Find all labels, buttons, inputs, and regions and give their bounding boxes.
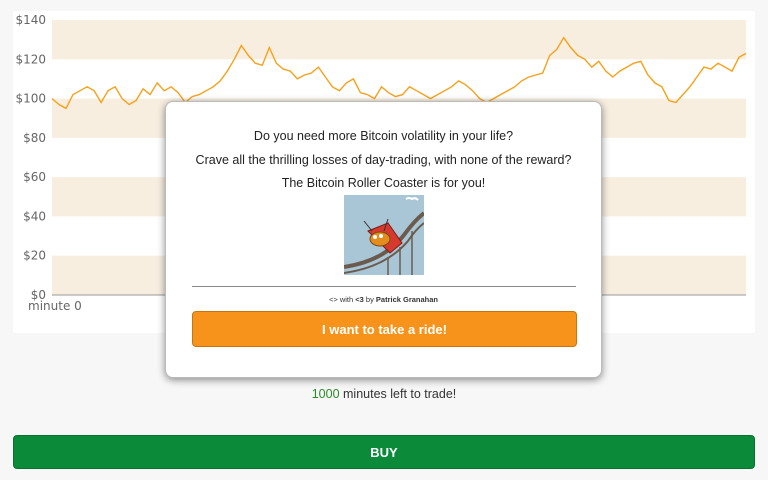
y-tick-label: $20	[23, 249, 46, 263]
y-tick-label: $120	[15, 52, 46, 66]
grid-band	[52, 20, 746, 60]
take-ride-button[interactable]: I want to take a ride!	[192, 311, 577, 347]
minutes-count: 1000	[311, 387, 340, 401]
time-remaining: 1000 minutes left to trade!	[0, 387, 768, 401]
credit-prefix: <> with	[328, 295, 356, 304]
y-tick-label: $100	[15, 92, 46, 106]
y-tick-label: $80	[23, 131, 46, 145]
roller-coaster-illustration	[344, 195, 424, 275]
y-tick-label: $40	[23, 209, 46, 223]
x-tick-label: minute 0	[28, 299, 82, 313]
modal-question: Do you need more Bitcoin volatility in y…	[253, 129, 514, 143]
buy-button[interactable]: BUY	[13, 435, 755, 469]
y-tick-label: $140	[15, 13, 46, 27]
minutes-label: minutes left to trade!	[339, 387, 457, 401]
modal-pitch: Crave all the thrilling losses of day-tr…	[195, 153, 572, 167]
credit-by: by	[363, 295, 376, 304]
credit-heart: <3	[355, 295, 364, 304]
modal-divider	[192, 286, 576, 287]
credit-author-link[interactable]: Patrick Granahan	[376, 295, 438, 304]
modal-tagline: The Bitcoin Roller Coaster is for you!	[281, 176, 486, 190]
y-tick-label: $60	[23, 170, 46, 184]
credit-line: <> with <3 by Patrick Granahan	[166, 295, 601, 304]
promo-modal: Do you need more Bitcoin volatility in y…	[165, 101, 602, 378]
